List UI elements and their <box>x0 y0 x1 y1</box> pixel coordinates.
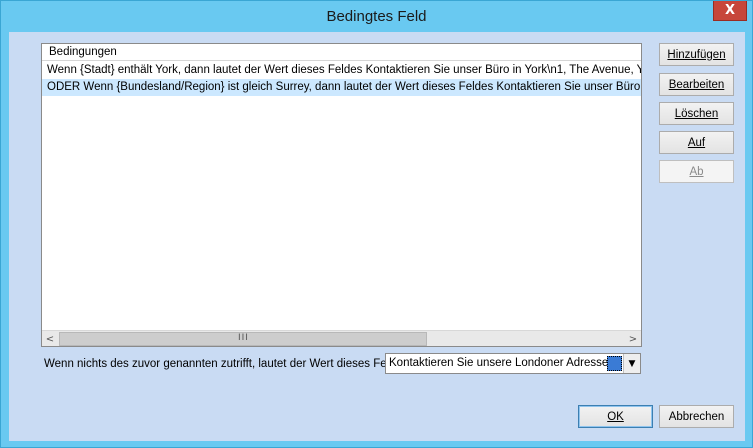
conditions-column-header[interactable]: Bedingungen <box>42 44 641 61</box>
scroll-thumb[interactable]: III <box>59 332 427 346</box>
scroll-left-icon[interactable]: < <box>42 331 58 347</box>
focus-cursor <box>607 356 622 371</box>
ok-button[interactable]: OK <box>578 405 653 428</box>
scroll-right-icon[interactable]: > <box>625 331 641 347</box>
conditions-list[interactable]: Bedingungen Wenn {Stadt} enthält York, d… <box>41 43 642 347</box>
list-item-selected[interactable]: ODER Wenn {Bundesland/Region} ist gleich… <box>42 79 641 96</box>
title-bar[interactable]: Bedingtes Feld X <box>1 1 752 31</box>
window-title: Bedingtes Feld <box>326 8 427 25</box>
move-up-button[interactable]: Auf <box>659 131 734 154</box>
dialog-window: Bedingtes Feld X Bedingungen Wenn {Stadt… <box>0 0 753 448</box>
horizontal-scrollbar[interactable]: < III > <box>42 330 641 346</box>
grip-icon: III <box>238 333 249 343</box>
list-item[interactable]: Wenn {Stadt} enthält York, dann lautet d… <box>42 62 641 79</box>
delete-button[interactable]: Löschen <box>659 102 734 125</box>
close-button[interactable]: X <box>713 1 747 21</box>
edit-button[interactable]: Bearbeiten <box>659 73 734 96</box>
move-down-button[interactable]: Ab <box>659 160 734 183</box>
cancel-button[interactable]: Abbrechen <box>659 405 734 428</box>
default-value-text: Kontaktieren Sie unsere Londoner Adresse… <box>389 357 622 369</box>
add-button[interactable]: Hinzufügen <box>659 43 734 66</box>
close-icon: X <box>724 3 736 18</box>
default-value-dropdown[interactable]: Kontaktieren Sie unsere Londoner Adresse… <box>385 353 641 374</box>
conditions-header-label: Bedingungen <box>49 46 117 58</box>
chevron-down-icon[interactable]: ▼ <box>623 354 640 373</box>
dialog-client: Bedingungen Wenn {Stadt} enthält York, d… <box>9 32 745 441</box>
default-value-label: Wenn nichts des zuvor genannten zutrifft… <box>44 358 408 370</box>
